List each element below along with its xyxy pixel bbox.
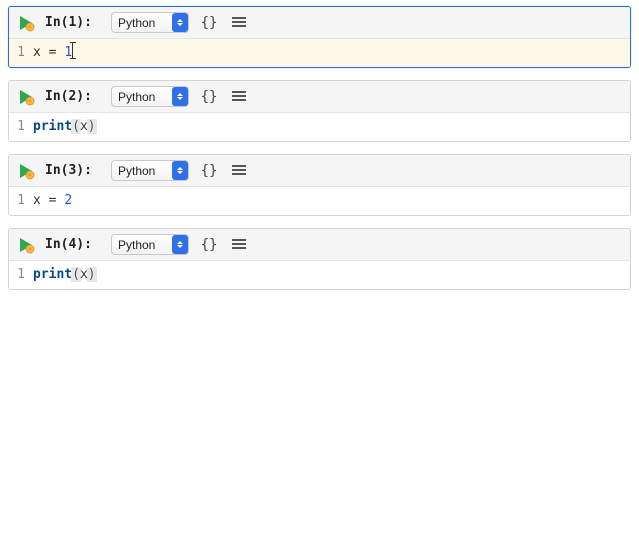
code-editor[interactable]: 1print(x) bbox=[9, 261, 630, 289]
braces-button[interactable]: {} bbox=[199, 161, 219, 181]
code-line[interactable]: x = 2 bbox=[33, 191, 72, 211]
chevron-updown-icon bbox=[172, 235, 188, 254]
line-number: 1 bbox=[9, 43, 33, 63]
language-select[interactable]: Python bbox=[111, 160, 189, 181]
language-select[interactable]: Python bbox=[111, 12, 189, 33]
line-number: 1 bbox=[9, 117, 33, 137]
code-cell[interactable]: In(4): Python {} 1print(x) bbox=[8, 228, 631, 290]
language-select[interactable]: Python bbox=[111, 86, 189, 107]
code-editor[interactable]: 1print(x) bbox=[9, 113, 630, 141]
input-prompt: In(3): bbox=[45, 163, 101, 178]
braces-button[interactable]: {} bbox=[199, 87, 219, 107]
lines-icon-button[interactable] bbox=[229, 235, 249, 255]
input-prompt: In(2): bbox=[45, 89, 101, 104]
cell-toolbar: In(3): Python {} bbox=[9, 155, 630, 187]
language-select-label: Python bbox=[118, 90, 168, 104]
paren-close: ) bbox=[87, 119, 97, 134]
lines-icon-button[interactable] bbox=[229, 161, 249, 181]
code-text: x = bbox=[33, 45, 64, 60]
run-cell-button[interactable] bbox=[17, 236, 35, 254]
line-number: 1 bbox=[9, 191, 33, 211]
code-keyword: print bbox=[33, 119, 72, 134]
run-cell-button[interactable] bbox=[17, 14, 35, 32]
language-select[interactable]: Python bbox=[111, 234, 189, 255]
code-cell[interactable]: In(3): Python {} 1x = 2 bbox=[8, 154, 631, 216]
run-cell-button[interactable] bbox=[17, 88, 35, 106]
chevron-updown-icon bbox=[172, 87, 188, 106]
language-select-label: Python bbox=[118, 16, 168, 30]
code-cell[interactable]: In(2): Python {} 1print(x) bbox=[8, 80, 631, 142]
braces-button[interactable]: {} bbox=[199, 13, 219, 33]
cell-toolbar: In(1): Python {} bbox=[9, 7, 630, 39]
notebook-container: In(1):Python{} 1x = 1 In(2):Python{} 1pr… bbox=[0, 0, 639, 290]
braces-button[interactable]: {} bbox=[199, 235, 219, 255]
line-number: 1 bbox=[9, 265, 33, 285]
code-number: 2 bbox=[64, 193, 72, 208]
input-prompt: In(1): bbox=[45, 15, 101, 30]
cell-toolbar: In(2): Python {} bbox=[9, 81, 630, 113]
language-select-label: Python bbox=[118, 238, 168, 252]
code-editor[interactable]: 1x = 2 bbox=[9, 187, 630, 215]
code-line[interactable]: x = 1 bbox=[33, 43, 73, 63]
input-prompt: In(4): bbox=[45, 237, 101, 252]
code-editor[interactable]: 1x = 1 bbox=[9, 39, 630, 67]
lines-icon-button[interactable] bbox=[229, 87, 249, 107]
lines-icon-button[interactable] bbox=[229, 13, 249, 33]
language-select-label: Python bbox=[118, 164, 168, 178]
chevron-updown-icon bbox=[172, 13, 188, 32]
paren-close: ) bbox=[87, 267, 97, 282]
code-line[interactable]: print(x) bbox=[33, 265, 96, 285]
chevron-updown-icon bbox=[172, 161, 188, 180]
cell-toolbar: In(4): Python {} bbox=[9, 229, 630, 261]
run-cell-button[interactable] bbox=[17, 162, 35, 180]
text-cursor-icon bbox=[72, 43, 73, 58]
code-line[interactable]: print(x) bbox=[33, 117, 96, 137]
code-cell[interactable]: In(1): Python {} 1x = 1 bbox=[8, 6, 631, 68]
code-text: x = bbox=[33, 193, 64, 208]
code-keyword: print bbox=[33, 267, 72, 282]
